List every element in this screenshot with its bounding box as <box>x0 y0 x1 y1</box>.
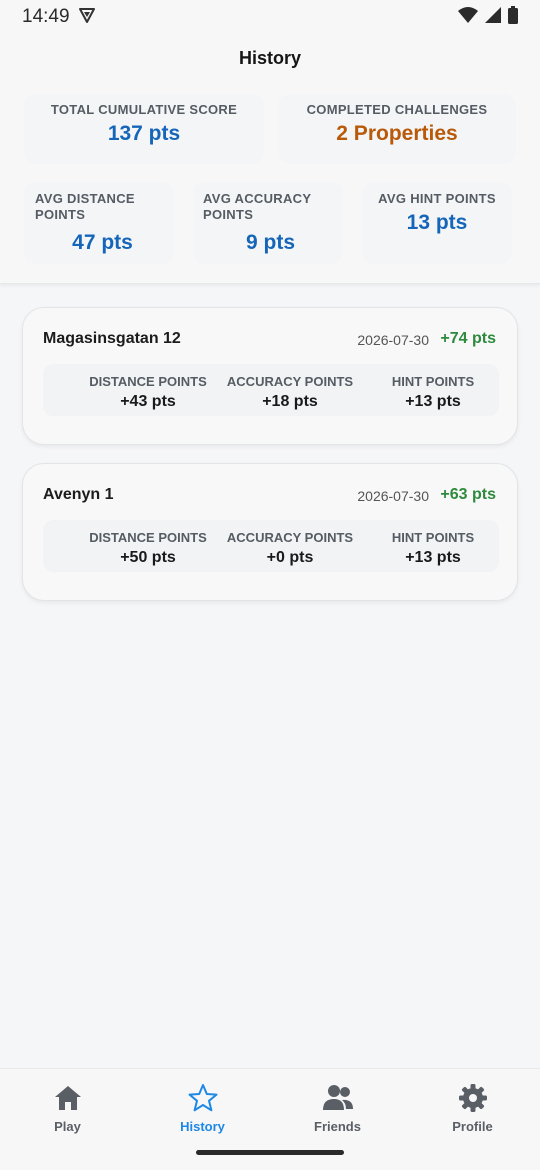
status-time: 14:49 <box>22 6 70 27</box>
avg-hint-label: AVG HINT POINTS <box>378 191 496 206</box>
property-name: Avenyn 1 <box>43 486 114 503</box>
gear-icon <box>405 1083 540 1113</box>
nav-profile-label: Profile <box>452 1119 493 1134</box>
accuracy-points-value: +0 pts <box>266 549 314 566</box>
history-points: +74 pts <box>440 330 496 347</box>
avg-distance-card: AVG DISTANCE POINTS 47 pts <box>24 182 174 264</box>
history-card[interactable]: Avenyn 1 2026-07-30 +63 pts DISTANCE POI… <box>22 463 518 601</box>
page-title: History <box>238 48 301 68</box>
nav-history-label: History <box>180 1119 225 1134</box>
nav-history[interactable]: History <box>135 1083 270 1134</box>
hint-points-label: HINT POINTS <box>391 530 475 545</box>
home-icon <box>0 1083 135 1113</box>
completed-challenges-label: COMPLETED CHALLENGES <box>306 102 488 117</box>
nav-friends-label: Friends <box>314 1119 361 1134</box>
history-date: 2026-07-30 <box>357 332 429 348</box>
accuracy-points-label: ACCURACY POINTS <box>226 530 354 545</box>
hint-points: HINT POINTS +13 pts <box>358 374 508 411</box>
avg-hint-value: 13 pts <box>406 211 468 234</box>
accuracy-points: ACCURACY POINTS +0 pts <box>215 530 365 567</box>
nav-play[interactable]: Play <box>0 1083 135 1134</box>
nav-profile[interactable]: Profile <box>405 1083 540 1134</box>
avg-accuracy-label: AVG ACCURACY POINTS <box>203 191 312 222</box>
avg-accuracy-value: 9 pts <box>245 231 295 254</box>
avg-accuracy-card: AVG ACCURACY POINTS 9 pts <box>193 182 343 264</box>
history-date: 2026-07-30 <box>357 488 429 504</box>
accuracy-points-label: ACCURACY POINTS <box>226 374 354 389</box>
distance-points-value: +50 pts <box>120 549 176 566</box>
distance-points: DISTANCE POINTS +50 pts <box>73 530 223 567</box>
summary-header: History TOTAL CUMULATIVE SCORE 137 pts C… <box>0 34 540 284</box>
distance-points-value: +43 pts <box>120 393 176 410</box>
accuracy-points: ACCURACY POINTS +18 pts <box>215 374 365 411</box>
property-name: Magasinsgatan 12 <box>43 330 181 347</box>
hint-points-value: +13 pts <box>405 393 461 410</box>
people-icon <box>270 1083 405 1113</box>
distance-points-label: DISTANCE POINTS <box>89 374 207 389</box>
accuracy-points-value: +18 pts <box>262 393 318 410</box>
avg-distance-value: 47 pts <box>72 231 133 254</box>
total-score-label: TOTAL CUMULATIVE SCORE <box>50 102 238 117</box>
nav-friends[interactable]: Friends <box>270 1083 405 1134</box>
signal-icon <box>485 6 501 28</box>
avg-distance-label: AVG DISTANCE POINTS <box>35 191 135 222</box>
total-score-card: TOTAL CUMULATIVE SCORE 137 pts <box>24 94 264 164</box>
distance-points: DISTANCE POINTS +43 pts <box>73 374 223 411</box>
star-icon <box>135 1083 270 1113</box>
battery-icon <box>508 5 518 29</box>
completed-challenges-value: 2 Properties <box>336 122 458 145</box>
hint-points-value: +13 pts <box>405 549 461 566</box>
vpn-shield-icon <box>78 6 96 29</box>
distance-points-label: DISTANCE POINTS <box>89 530 207 545</box>
total-score-value: 137 pts <box>107 122 181 145</box>
nav-play-label: Play <box>54 1119 81 1134</box>
hint-points: HINT POINTS +13 pts <box>358 530 508 567</box>
status-right <box>458 5 518 29</box>
wifi-icon <box>458 6 478 28</box>
status-left: 14:49 <box>22 6 96 29</box>
history-points: +63 pts <box>440 486 496 503</box>
history-card[interactable]: Magasinsgatan 12 2026-07-30 +74 pts DIST… <box>22 307 518 445</box>
avg-hint-card: AVG HINT POINTS 13 pts <box>362 182 512 264</box>
completed-challenges-card: COMPLETED CHALLENGES 2 Properties <box>278 94 516 164</box>
history-screen: 14:49 History TOTAL CUMULATIVE SCORE 137… <box>0 0 540 1170</box>
hint-points-label: HINT POINTS <box>391 374 475 389</box>
points-breakdown: DISTANCE POINTS +50 pts ACCURACY POINTS … <box>43 520 499 572</box>
points-breakdown: DISTANCE POINTS +43 pts ACCURACY POINTS … <box>43 364 499 416</box>
status-bar: 14:49 <box>0 0 540 34</box>
home-indicator[interactable] <box>196 1150 344 1155</box>
